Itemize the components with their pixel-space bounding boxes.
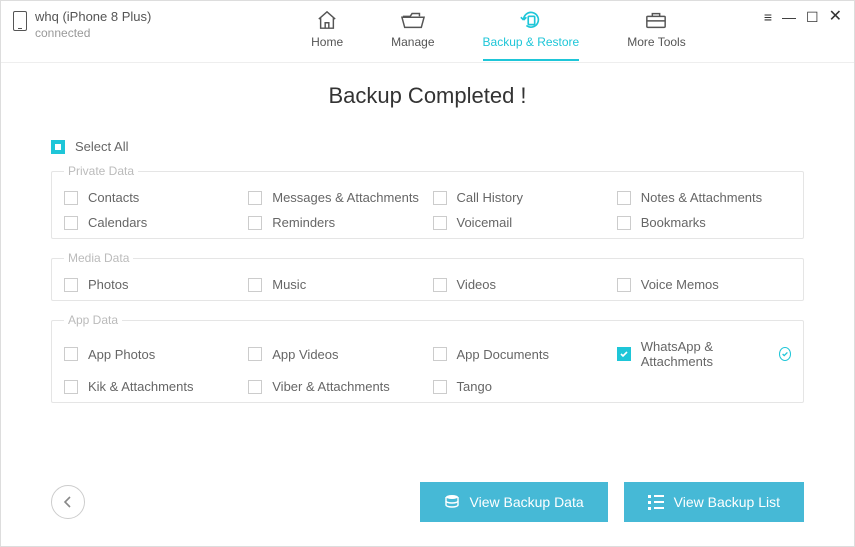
checkbox[interactable] (433, 347, 447, 361)
section-media-data: Media Data Photos Music Videos Voice Mem… (51, 251, 804, 301)
phone-icon (13, 11, 27, 31)
backup-restore-icon (519, 9, 543, 31)
checkbox[interactable] (248, 191, 262, 205)
checkbox[interactable] (248, 216, 262, 230)
minimize-icon[interactable]: — (782, 10, 796, 24)
checkbox[interactable] (617, 216, 631, 230)
page-title: Backup Completed ! (51, 83, 804, 109)
device-name: whq (iPhone 8 Plus) (35, 9, 151, 26)
section-legend: Media Data (64, 251, 133, 265)
select-all[interactable]: Select All (51, 139, 804, 154)
item-app-photos[interactable]: App Photos (64, 339, 238, 369)
checkbox[interactable] (433, 278, 447, 292)
list-icon (648, 495, 664, 510)
checkbox[interactable] (248, 380, 262, 394)
maximize-icon[interactable]: ☐ (806, 10, 819, 24)
checkbox[interactable] (64, 347, 78, 361)
nav-backup-restore[interactable]: Backup & Restore (483, 9, 580, 61)
close-icon[interactable]: ✕ (829, 9, 842, 25)
item-tango[interactable]: Tango (433, 379, 607, 394)
item-app-videos[interactable]: App Videos (248, 339, 422, 369)
folder-icon (401, 9, 425, 31)
item-kik[interactable]: Kik & Attachments (64, 379, 238, 394)
view-backup-list-button[interactable]: View Backup List (624, 482, 804, 522)
item-voicemail[interactable]: Voicemail (433, 215, 607, 230)
device-info: whq (iPhone 8 Plus) connected (13, 9, 233, 41)
item-messages[interactable]: Messages & Attachments (248, 190, 422, 205)
item-app-documents[interactable]: App Documents (433, 339, 607, 369)
view-backup-data-button[interactable]: View Backup Data (420, 482, 608, 522)
home-icon (315, 9, 339, 31)
item-music[interactable]: Music (248, 277, 422, 292)
window-controls: ≡ — ☐ ✕ (764, 9, 842, 25)
checkbox[interactable] (433, 216, 447, 230)
item-whatsapp[interactable]: WhatsApp & Attachments (617, 339, 791, 369)
select-all-label: Select All (75, 139, 128, 154)
item-voice-memos[interactable]: Voice Memos (617, 277, 791, 292)
checkbox[interactable] (248, 278, 262, 292)
item-viber[interactable]: Viber & Attachments (248, 379, 422, 394)
item-videos[interactable]: Videos (433, 277, 607, 292)
back-button[interactable] (51, 485, 85, 519)
item-calendars[interactable]: Calendars (64, 215, 238, 230)
item-photos[interactable]: Photos (64, 277, 238, 292)
section-app-data: App Data App Photos App Videos App Docum… (51, 313, 804, 403)
checkbox[interactable] (617, 191, 631, 205)
checkbox[interactable] (433, 191, 447, 205)
item-contacts[interactable]: Contacts (64, 190, 238, 205)
item-bookmarks[interactable]: Bookmarks (617, 215, 791, 230)
select-all-checkbox[interactable] (51, 140, 65, 154)
checkbox[interactable] (433, 380, 447, 394)
stack-icon (444, 494, 460, 511)
nav-more-tools[interactable]: More Tools (627, 9, 685, 61)
checkbox[interactable] (248, 347, 262, 361)
menu-icon[interactable]: ≡ (764, 10, 772, 24)
item-notes[interactable]: Notes & Attachments (617, 190, 791, 205)
item-call-history[interactable]: Call History (433, 190, 607, 205)
checkbox[interactable] (617, 278, 631, 292)
section-legend: App Data (64, 313, 122, 327)
checkbox[interactable] (64, 380, 78, 394)
checkbox[interactable] (64, 278, 78, 292)
device-status: connected (35, 26, 151, 42)
checkbox[interactable] (617, 347, 631, 361)
success-icon (779, 347, 791, 361)
nav-home[interactable]: Home (311, 9, 343, 61)
section-legend: Private Data (64, 164, 138, 178)
nav-manage[interactable]: Manage (391, 9, 434, 61)
checkbox[interactable] (64, 216, 78, 230)
item-reminders[interactable]: Reminders (248, 215, 422, 230)
toolbox-icon (644, 9, 668, 31)
checkbox[interactable] (64, 191, 78, 205)
section-private-data: Private Data Contacts Messages & Attachm… (51, 164, 804, 239)
